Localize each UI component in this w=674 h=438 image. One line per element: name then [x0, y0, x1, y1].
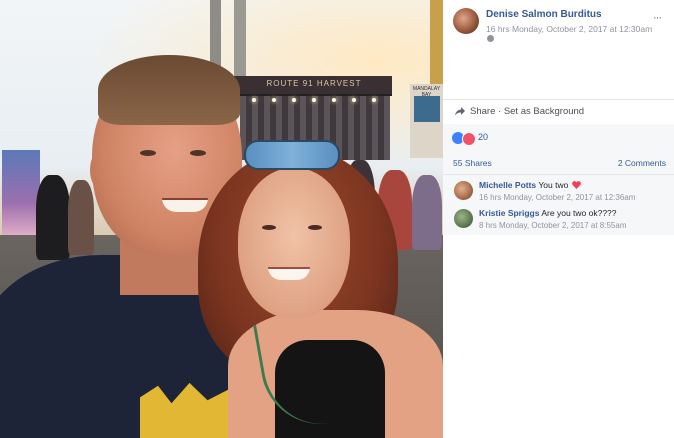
post-panel: Denise Salmon Burditus 16 hrs Monday, Oc…	[443, 0, 674, 438]
comment: Michelle Potts You two 16 hrs Monday, Oc…	[443, 177, 674, 205]
man-smile	[162, 198, 208, 212]
comment-text-line: Michelle Potts You two	[479, 180, 581, 190]
woman-eye	[308, 225, 322, 230]
post-timestamp[interactable]: 16 hrs Monday, October 2, 2017 at 12:30a…	[486, 24, 652, 34]
stage-light	[352, 98, 356, 102]
crowd-person	[68, 180, 94, 255]
stage-light	[252, 98, 256, 102]
comments-count[interactable]: 2 Comments	[618, 158, 666, 168]
comment-text: You two	[538, 180, 569, 190]
tower	[210, 0, 221, 70]
set-as-background-button[interactable]: Set as Background	[504, 106, 584, 117]
author-name[interactable]: Denise Salmon Burditus	[486, 9, 602, 20]
globe-icon	[487, 35, 494, 42]
crowd-person	[36, 175, 70, 260]
post-photo[interactable]: ROUTE 91 HARVEST MANDALAY BAY	[0, 0, 443, 438]
commenter-name[interactable]: Michelle Potts	[479, 180, 536, 190]
man-hair	[98, 55, 240, 125]
post-header: Denise Salmon Burditus 16 hrs Monday, Oc…	[443, 0, 674, 48]
stage-light	[332, 98, 336, 102]
woman-smile	[268, 267, 310, 280]
love-icon	[462, 132, 476, 146]
screen-label: MANDALAY BAY	[412, 86, 441, 98]
stage-sign: ROUTE 91 HARVEST	[266, 79, 362, 88]
comment-text-line: Kristie Spriggs Are you two ok????	[479, 208, 617, 218]
share-button[interactable]: Share	[470, 106, 495, 117]
crowd-person	[412, 175, 442, 250]
comment: Kristie Spriggs Are you two ok???? 8 hrs…	[443, 205, 674, 233]
woman-eye	[262, 225, 276, 230]
stage-light	[272, 98, 276, 102]
share-actions: Share · Set as Background	[470, 106, 584, 117]
shares-count[interactable]: 55 Shares	[453, 158, 492, 168]
hotel-building	[430, 0, 443, 90]
stage-light	[292, 98, 296, 102]
share-icon[interactable]	[454, 105, 466, 117]
stage-light	[312, 98, 316, 102]
commenter-avatar[interactable]	[454, 181, 473, 200]
separator: ·	[498, 106, 502, 117]
man-eye	[140, 150, 156, 156]
heart-icon	[571, 181, 581, 189]
comment-time[interactable]: 8 hrs Monday, October 2, 2017 at 8:55am	[479, 221, 627, 230]
sunglasses	[244, 140, 340, 170]
engagement-counts: 55 Shares 2 Comments	[443, 150, 674, 174]
commenter-avatar[interactable]	[454, 209, 473, 228]
comment-time[interactable]: 16 hrs Monday, October 2, 2017 at 12:36a…	[479, 193, 635, 202]
author-avatar[interactable]	[453, 8, 479, 34]
reactions-bar[interactable]: 20	[443, 124, 674, 150]
woman-face	[238, 168, 350, 318]
share-row: Share · Set as Background	[443, 100, 674, 124]
festival-banner	[2, 150, 40, 238]
comment-text: Are you two ok????	[541, 208, 617, 218]
stage-light	[372, 98, 376, 102]
tower	[234, 0, 246, 85]
video-screen-display	[414, 96, 440, 122]
man-eye	[190, 150, 206, 156]
reaction-count[interactable]: 20	[478, 132, 488, 142]
more-options-icon[interactable]: ···	[653, 12, 662, 24]
commenter-name[interactable]: Kristie Spriggs	[479, 208, 539, 218]
comments-list: Michelle Potts You two 16 hrs Monday, Oc…	[443, 174, 674, 235]
